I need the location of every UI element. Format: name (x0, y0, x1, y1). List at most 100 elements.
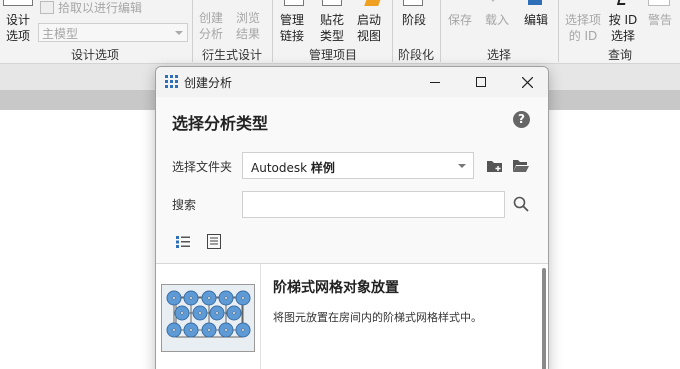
select-by-id-label-2: 选择 (610, 29, 635, 43)
group-label-phasing: 阶段化 (397, 48, 434, 62)
group-separator (272, 0, 273, 62)
pick-to-edit-button[interactable]: 拾取以进行编辑 (58, 0, 142, 16)
group-label-manage-project: 管理项目 (308, 48, 357, 62)
dialog-heading: 选择分析类型 (172, 114, 269, 133)
list-view-icon[interactable] (207, 234, 221, 249)
group-label-generative-design: 衍生式设计 (201, 48, 262, 62)
edit-selection-button[interactable]: 编辑 (520, 12, 552, 28)
create-analysis-dialog: 创建分析 选择分析类型 ? 选择文件夹 Autodesk 样例 搜索 阶梯式网格… (155, 66, 549, 369)
select-by-id-icon (616, 0, 628, 5)
load-selection-button[interactable]: 载入 (481, 12, 513, 28)
save-selection-button[interactable]: 保存 (444, 12, 476, 28)
design-option-combo-value: 主模型 (42, 27, 79, 41)
design-options-icon (3, 0, 33, 6)
dialog-title: 创建分析 (184, 76, 233, 90)
grid-object-center (189, 328, 193, 332)
grid-object-center (224, 296, 228, 300)
starting-view-label-1: 启动 (356, 13, 381, 27)
folder-label: 选择文件夹 (172, 160, 233, 174)
group-label-inquiry: 查询 (607, 48, 632, 62)
warnings-icon (648, 0, 670, 6)
grid-object-center (172, 296, 176, 300)
decal-types-icon (322, 0, 342, 6)
new-folder-icon[interactable] (486, 158, 504, 173)
grid-object-center (207, 296, 211, 300)
decal-types-button[interactable]: 贴花 类型 (314, 12, 350, 44)
help-icon[interactable]: ? (513, 111, 530, 128)
explore-outcomes-label-1: 浏览 (235, 11, 260, 25)
select-by-id-button[interactable]: 按 ID 选择 (606, 12, 640, 44)
item-title: 阶梯式网格对象放置 (273, 280, 399, 296)
group-separator (392, 0, 393, 62)
group-separator (192, 0, 193, 62)
phases-button[interactable]: 阶段 (397, 12, 431, 28)
manage-links-label-1: 管理 (279, 13, 304, 27)
decal-types-label-1: 贴花 (319, 13, 344, 27)
analysis-type-list: 阶梯式网格对象放置 将图元放置在房间内的阶梯式网格样式中。 (156, 263, 548, 369)
edit-selection-icon (528, 0, 542, 5)
explore-outcomes-label-2: 结果 (235, 27, 260, 41)
manage-links-icon (284, 0, 304, 6)
ids-of-selection-label-1: 选择项 (564, 13, 601, 27)
grid-object-center (224, 328, 228, 332)
starting-view-label-2: 视图 (356, 29, 381, 43)
review-warnings-button[interactable]: 警告 (644, 12, 676, 28)
open-folder-icon[interactable] (512, 158, 530, 173)
close-button[interactable] (504, 67, 548, 97)
grid-object-center (241, 296, 245, 300)
list-divider (260, 264, 261, 369)
decal-types-label-2: 类型 (319, 29, 344, 43)
maximize-icon (476, 77, 486, 87)
search-input[interactable] (242, 191, 505, 218)
manage-links-button[interactable]: 管理 链接 (276, 12, 308, 44)
create-analysis-button[interactable]: 创建 分析 (195, 10, 227, 42)
starting-view-icon (364, 0, 382, 6)
minimize-icon (430, 81, 440, 83)
grid-object-center (189, 296, 193, 300)
detail-view-icon[interactable] (176, 235, 190, 248)
item-thumbnail (161, 284, 255, 352)
minimize-button[interactable] (412, 67, 458, 97)
grid-object-center (207, 328, 211, 332)
ids-of-selection-button[interactable]: 选择项 的 ID (561, 12, 605, 44)
grid-object-center (172, 328, 176, 332)
manage-links-label-2: 链接 (279, 29, 304, 43)
starting-view-button[interactable]: 启动 视图 (352, 12, 386, 44)
load-selection-icon (488, 0, 498, 2)
app-grid-icon (165, 75, 178, 88)
group-label-selection: 选择 (486, 48, 511, 62)
folder-select-prefix: Autodesk (251, 161, 308, 175)
create-analysis-label-1: 创建 (198, 11, 223, 25)
close-icon (521, 76, 533, 88)
dialog-titlebar[interactable]: 创建分析 (156, 67, 548, 97)
ribbon: 设计 选项 拾取以进行编辑 主模型 设计选项 创建 分析 浏览 结果 衍生式设计… (0, 0, 680, 64)
chevron-down-icon (175, 31, 183, 35)
grid-object-center (232, 311, 236, 315)
design-options-label-2: 选项 (5, 29, 30, 43)
grid-placement-preview (166, 290, 251, 338)
group-separator (440, 0, 441, 62)
maximize-button[interactable] (458, 67, 504, 97)
design-options-button[interactable]: 设计 选项 (2, 12, 34, 44)
folder-select-bold: 样例 (310, 161, 335, 175)
design-option-combo[interactable]: 主模型 (38, 23, 188, 42)
pick-to-edit-icon (40, 1, 54, 14)
item-description: 将图元放置在房间内的阶梯式网格样式中。 (273, 311, 482, 324)
grid-object-center (198, 311, 202, 315)
grid-object-center (180, 311, 184, 315)
ids-of-selection-label-2: 的 ID (568, 29, 598, 43)
explore-outcomes-button[interactable]: 浏览 结果 (232, 10, 264, 42)
search-label: 搜索 (172, 198, 197, 212)
folder-select[interactable]: Autodesk 样例 (242, 152, 474, 179)
design-options-label-1: 设计 (5, 13, 30, 27)
group-label-design-options: 设计选项 (70, 48, 119, 62)
grid-object-center (241, 328, 245, 332)
select-by-id-label-1: 按 ID (608, 13, 638, 27)
chevron-down-icon (458, 164, 466, 168)
group-separator (558, 0, 559, 62)
list-scrollbar[interactable] (542, 268, 546, 369)
phases-icon (403, 0, 423, 6)
create-analysis-label-2: 分析 (198, 27, 223, 41)
search-icon[interactable] (513, 196, 529, 212)
grid-object-center (215, 311, 219, 315)
